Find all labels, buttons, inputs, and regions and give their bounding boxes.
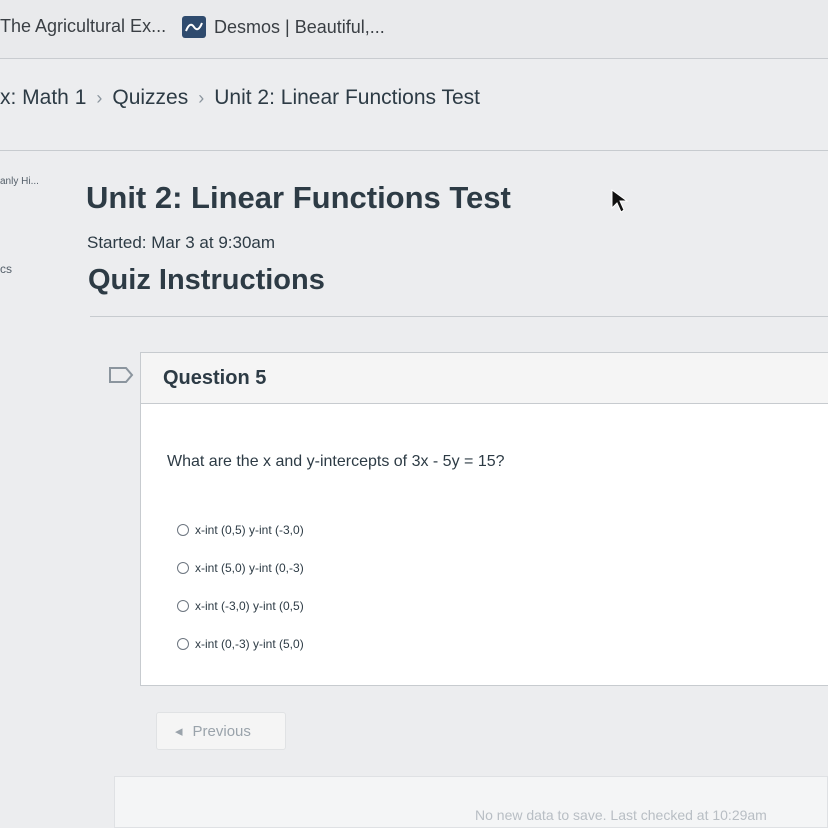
- answer-option[interactable]: x-int (5,0) y-int (0,-3): [177, 561, 304, 575]
- breadcrumb: x: Math 1 › Quizzes › Unit 2: Linear Fun…: [0, 86, 480, 110]
- breadcrumb-separator: ›: [96, 87, 103, 108]
- left-nav-item[interactable]: anly Hi...: [0, 176, 39, 187]
- previous-button[interactable]: ◂ Previous: [156, 712, 286, 750]
- left-nav-item[interactable]: cs: [0, 262, 12, 276]
- cursor-icon: [610, 188, 630, 219]
- answer-option[interactable]: x-int (0,-3) y-int (5,0): [177, 637, 304, 651]
- desmos-icon: [182, 16, 206, 38]
- breadcrumb-divider: [0, 150, 828, 151]
- started-timestamp: Started: Mar 3 at 9:30am: [87, 233, 276, 252]
- chevron-left-icon: ◂: [175, 723, 183, 740]
- breadcrumb-quizzes[interactable]: Quizzes: [112, 86, 188, 110]
- radio-icon[interactable]: [177, 562, 189, 574]
- instructions-divider: [90, 316, 828, 317]
- radio-icon[interactable]: [177, 600, 189, 612]
- quiz-footer: No new data to save. Last checked at 10:…: [114, 776, 828, 828]
- answer-option-label: x-int (5,0) y-int (0,-3): [195, 561, 304, 575]
- autosave-status: No new data to save. Last checked at 10:…: [475, 807, 767, 823]
- breadcrumb-course[interactable]: x: Math 1: [0, 86, 86, 110]
- flag-icon[interactable]: [108, 366, 134, 389]
- bookmark-desmos[interactable]: Desmos | Beautiful,...: [182, 16, 385, 38]
- answer-option-label: x-int (0,-3) y-int (5,0): [195, 637, 304, 651]
- answer-option-label: x-int (0,5) y-int (-3,0): [195, 523, 304, 537]
- question-card: Question 5 What are the x and y-intercep…: [140, 352, 828, 686]
- breadcrumb-separator: ›: [198, 87, 205, 108]
- page-title: Unit 2: Linear Functions Test: [86, 180, 511, 215]
- bookmarks-bar: The Agricultural Ex... Desmos | Beautifu…: [0, 0, 828, 59]
- bookmark-agricultural[interactable]: The Agricultural Ex...: [0, 16, 166, 37]
- answer-option-label: x-int (-3,0) y-int (0,5): [195, 599, 304, 613]
- question-header: Question 5: [141, 353, 828, 404]
- answer-option[interactable]: x-int (0,5) y-int (-3,0): [177, 523, 304, 537]
- radio-icon[interactable]: [177, 524, 189, 536]
- question-text: What are the x and y-intercepts of 3x - …: [167, 453, 505, 470]
- breadcrumb-current[interactable]: Unit 2: Linear Functions Test: [214, 86, 480, 110]
- question-title: Question 5: [163, 367, 267, 389]
- quiz-instructions-heading: Quiz Instructions: [88, 264, 325, 296]
- bookmark-desmos-label: Desmos | Beautiful,...: [214, 16, 385, 37]
- previous-button-label: Previous: [192, 722, 251, 740]
- answer-option[interactable]: x-int (-3,0) y-int (0,5): [177, 599, 304, 613]
- radio-icon[interactable]: [177, 638, 189, 650]
